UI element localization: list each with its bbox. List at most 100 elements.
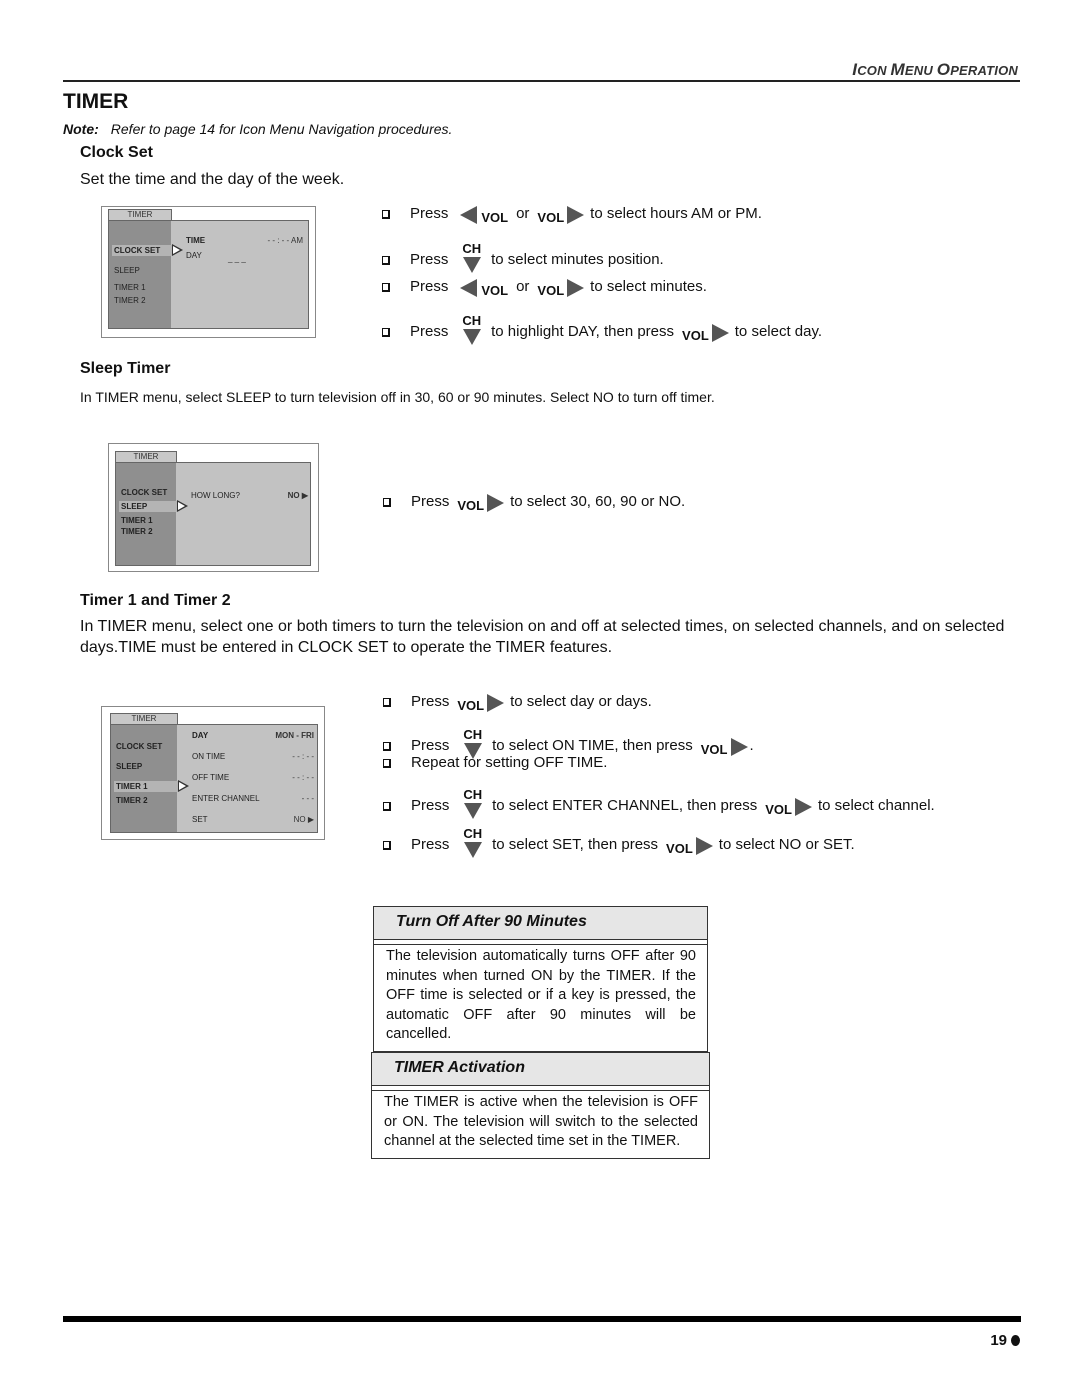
sleep-timer-steps: Press VOL to select 30, 60, 90 or NO. (383, 488, 883, 528)
osd-field-label: DAY (186, 251, 202, 260)
ch-down-arrow-icon (463, 842, 482, 858)
info-box-timer-activation: TIMER Activation The TIMER is active whe… (371, 1052, 710, 1159)
step-text: or (516, 278, 530, 295)
osd-menu-item: TIMER 1 (114, 283, 146, 292)
step-text: Press (411, 797, 450, 814)
osd-field-label: TIME (186, 236, 206, 245)
instruction-step: Press VOL or VOL to select hours AM or PM. (382, 204, 768, 225)
checkbox-bullet-icon (383, 841, 391, 850)
ch-button-label: CH (462, 313, 482, 328)
vol-right-arrow-icon (695, 837, 713, 855)
info-box-body: The television automatically turns OFF a… (386, 948, 696, 1042)
osd-menu-item: TIMER 1 (121, 516, 153, 525)
instruction-step: Press VOL to select 30, 60, 90 or NO. (383, 492, 691, 513)
vol-button-label: VOL (481, 283, 509, 298)
ch-button-label: CH (463, 727, 483, 742)
selection-arrow-icon (178, 780, 189, 792)
osd-field-value: _ _ _ (228, 254, 246, 263)
vol-right-arrow-icon (487, 694, 505, 712)
step-text: to select minutes. (590, 278, 707, 295)
checkbox-bullet-icon (383, 698, 391, 707)
step-text: or (516, 205, 530, 222)
vol-button-label: VOL (537, 210, 565, 225)
osd-field-label: ON TIME (192, 752, 226, 761)
instruction-step: Repeat for setting OFF TIME. (383, 754, 613, 771)
vol-right-arrow-icon (730, 738, 748, 756)
timer12-heading: Timer 1 and Timer 2 (80, 592, 231, 609)
osd-field-label: HOW LONG? (191, 491, 240, 500)
step-text: to select ON TIME, then press (492, 737, 693, 754)
osd-menu-item: SLEEP (114, 266, 140, 275)
vol-right-arrow-icon (567, 206, 585, 224)
info-box-body: The TIMER is active when the television … (384, 1094, 698, 1149)
vol-right-arrow-icon (711, 324, 729, 342)
osd-menu-item: CLOCK SET (112, 245, 172, 256)
page-title: TIMER (63, 90, 129, 113)
checkbox-bullet-icon (383, 802, 391, 811)
info-box-title: Turn Off After 90 Minutes (374, 907, 707, 940)
osd-field-label: OFF TIME (192, 773, 230, 782)
header-rule (63, 80, 1020, 82)
vol-button-label: VOL (765, 802, 792, 817)
vol-button-label: VOL (666, 841, 693, 856)
osd-tab-timer: TIMER (108, 209, 172, 220)
sleep-timer-heading: Sleep Timer (80, 360, 171, 377)
vol-right-arrow-icon (567, 279, 585, 297)
step-text: Press (410, 251, 449, 268)
selection-arrow-icon (172, 244, 183, 256)
selection-arrow-icon (177, 500, 188, 512)
checkbox-bullet-icon (383, 498, 391, 507)
instruction-step: Press VOL or VOL to select minutes. (382, 277, 713, 298)
sleep-timer-intro: In TIMER menu, select SLEEP to turn tele… (80, 389, 715, 405)
instruction-step: Press CH to select minutes position. (382, 238, 670, 273)
step-text: Repeat for setting OFF TIME. (411, 754, 608, 771)
step-text: Press (411, 737, 450, 754)
osd-field-value: - - - (301, 794, 314, 803)
osd-field-label: DAY (192, 731, 209, 740)
osd-menu-item: TIMER 1 (114, 781, 178, 792)
vol-left-arrow-icon (460, 206, 478, 224)
step-text: Press (410, 323, 449, 340)
checkbox-bullet-icon (383, 759, 391, 768)
clock-set-intro: Set the time and the day of the week. (80, 171, 345, 188)
step-text: to select NO or SET. (718, 836, 855, 853)
osd-menu-item: TIMER 2 (114, 296, 146, 305)
vol-button-label: VOL (457, 698, 485, 713)
osd-field-value: MON - FRI (275, 731, 314, 740)
step-text: to highlight DAY, then press (491, 323, 675, 340)
osd-field-label: SET (192, 815, 208, 824)
step-text: to select channel. (817, 797, 935, 814)
osd-panel (115, 462, 311, 566)
step-text: to select ENTER CHANNEL, then press (492, 797, 758, 814)
step-text: Press (410, 278, 449, 295)
page-number-text: 19 (990, 1332, 1007, 1349)
ch-down-arrow-icon (462, 257, 481, 273)
ch-down-button: CH (463, 827, 482, 858)
note-label: Note: (63, 121, 99, 137)
clock-set-steps: Press VOL or VOL to select hours AM or PM. Pr… (382, 200, 982, 350)
osd-tab-timer: TIMER (115, 451, 177, 462)
osd-field-value: - - : - - (292, 752, 314, 761)
vol-right-arrow-icon (487, 494, 505, 512)
vol-button-label: VOL (537, 283, 565, 298)
vol-button-label: VOL (457, 498, 485, 513)
step-text: Press (411, 836, 450, 853)
instruction-step: Press CH to select ON TIME, then press VOL. (383, 724, 760, 759)
instruction-step: Press CH to select SET, then press VOL to se… (383, 823, 861, 858)
ch-button-label: CH (462, 241, 482, 256)
section-label-text: ICON MENU OPERATION (852, 60, 1018, 79)
osd-menu-item: TIMER 2 (116, 796, 148, 805)
checkbox-bullet-icon (382, 328, 390, 337)
vol-button-label: VOL (700, 742, 728, 757)
osd-field-label: ENTER CHANNEL (192, 794, 260, 803)
osd-menu-item: SLEEP (119, 501, 177, 512)
osd-tab-timer: TIMER (110, 713, 178, 724)
vol-button-label: VOL (481, 210, 509, 225)
osd-field-value: - - : - - AM (267, 236, 303, 245)
vol-button-label: VOL (682, 328, 709, 343)
ch-down-button: CH (462, 313, 482, 345)
osd-field-value: - - : - - (292, 773, 314, 782)
step-text: to select hours AM or PM. (590, 205, 762, 222)
step-text: . (749, 737, 754, 754)
timer12-intro: In TIMER menu, select one or both timers… (80, 618, 1005, 656)
